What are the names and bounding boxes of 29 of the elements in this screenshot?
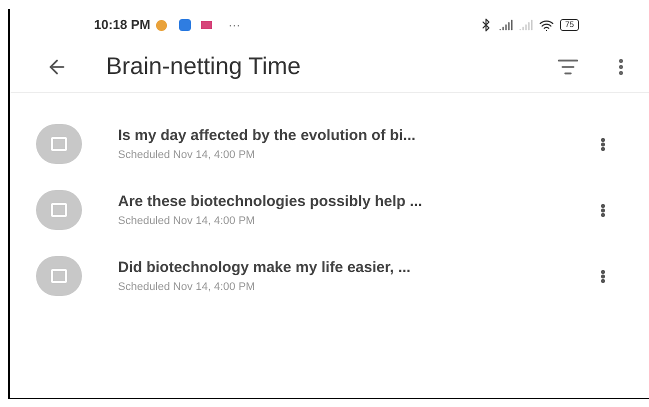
more-icon: [619, 58, 623, 74]
signal-icon: [499, 18, 514, 32]
more-button[interactable]: [601, 204, 605, 216]
item-subtitle: Scheduled Nov 14, 4:00 PM: [118, 148, 256, 163]
item-subtitle: Scheduled Nov 14, 4:00 PM: [118, 214, 256, 229]
item-title: Is my day affected by the evolution of bi...: [118, 126, 417, 146]
item-subtitle: Scheduled Nov 14, 4:00 PM: [118, 280, 256, 295]
status-time: 10:18 PM: [94, 16, 150, 34]
list-item[interactable]: Are these biotechnologies possibly help ... Scheduled Nov 14, 4:00 PM: [10, 177, 649, 243]
more-icon: [601, 270, 605, 282]
more-button[interactable]: [619, 58, 623, 74]
wifi-icon: [539, 18, 554, 32]
signal-icon: [519, 18, 534, 32]
screen-title: Brain-netting Time: [106, 52, 301, 82]
app-icon: [156, 20, 168, 30]
item-title: Did biotechnology make my life easier, ...: [118, 258, 412, 278]
avatar-icon: [36, 190, 82, 230]
list-item[interactable]: Is my day affected by the evolution of bi... Scheduled Nov 14, 4:00 PM: [10, 111, 649, 177]
more-icon: [601, 138, 605, 150]
app-icon: [179, 19, 192, 31]
more-button[interactable]: [601, 138, 605, 150]
battery-indicator: 75: [560, 19, 579, 31]
more-button[interactable]: [601, 270, 605, 282]
more-notifications: ···: [228, 17, 240, 34]
list-item[interactable]: Did biotechnology make my life easier, ... Scheduled Nov 14, 4:00 PM: [10, 243, 649, 309]
avatar-icon: [36, 124, 82, 164]
more-icon: [601, 204, 605, 216]
item-title: Are these biotechnologies possibly help ...: [118, 192, 424, 212]
avatar-icon: [36, 256, 82, 296]
